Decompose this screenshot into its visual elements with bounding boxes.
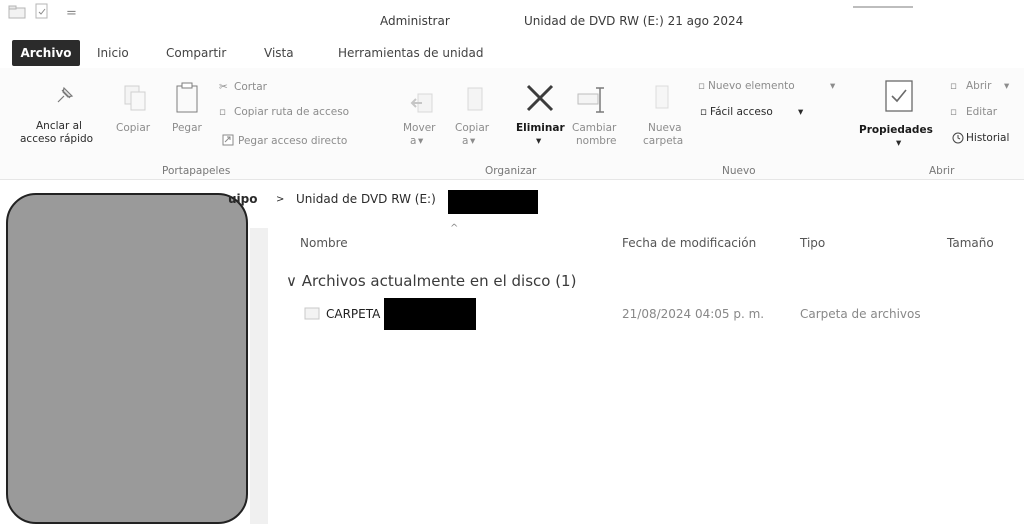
contextual-tab-title: Administrar [380, 14, 450, 28]
chevron-down-icon: ▾ [1004, 80, 1010, 92]
new-folder-label: Nueva [648, 122, 682, 134]
column-header-size[interactable]: Tamaño [947, 236, 994, 250]
new-folder-icon [655, 85, 669, 109]
ribbon-tabs: Inicio Compartir Vista Herramientas de u… [0, 40, 1024, 68]
title-bar: = Administrar Unidad de DVD RW (E:) 21 a… [0, 0, 1024, 40]
divider [853, 6, 913, 8]
group-label-nuevo: Nuevo [722, 165, 756, 177]
copy-path-label: Copiar ruta de acceso [234, 106, 350, 118]
paste-label: Pegar [172, 122, 202, 134]
edit-icon: ▫ [950, 106, 958, 118]
redaction-box [448, 190, 538, 214]
tab-inicio[interactable]: Inicio [97, 46, 129, 60]
delete-x-icon [526, 84, 554, 112]
group-label-organizar: Organizar [485, 165, 537, 177]
file-name[interactable]: CARPETA [326, 307, 380, 321]
properties-icon [885, 80, 913, 112]
easy-access-icon: ▫ [700, 106, 708, 118]
move-to-label-2: a [410, 135, 417, 147]
copy-label: Copiar [116, 122, 151, 134]
rename-label-2: nombre [576, 135, 617, 147]
navigation-pane[interactable] [6, 193, 248, 524]
chevron-down-icon[interactable]: ∨ [286, 272, 297, 290]
group-label-abrir: Abrir [929, 165, 955, 177]
shortcut-icon [222, 134, 234, 146]
chevron-down-icon: ▾ [896, 137, 902, 149]
redaction-box [384, 298, 476, 330]
cut-label: Cortar [234, 81, 267, 93]
file-type: Carpeta de archivos [800, 307, 921, 321]
rename-label: Cambiar [572, 122, 617, 134]
folder-icon[interactable] [8, 4, 26, 20]
copy-to-label: Copiar [455, 122, 490, 134]
properties-label: Propiedades [859, 124, 933, 136]
file-date: 21/08/2024 04:05 p. m. [622, 307, 765, 321]
delete-label: Eliminar [516, 122, 565, 134]
new-folder-label-2: carpeta [643, 135, 684, 147]
tab-compartir[interactable]: Compartir [166, 46, 226, 60]
chevron-down-icon: ▾ [536, 135, 542, 147]
chevron-down-icon: ▾ [470, 135, 476, 147]
group-title: Archivos actualmente en el disco (1) [301, 272, 577, 290]
column-header-name[interactable]: Nombre [300, 236, 348, 250]
paste-shortcut-label: Pegar acceso directo [238, 135, 348, 147]
easy-access-label: Fácil acceso [710, 106, 773, 118]
breadcrumb-partial[interactable]: uipo [228, 192, 258, 206]
new-item-label: Nuevo elemento [708, 80, 795, 92]
properties-quick-icon[interactable] [34, 3, 50, 19]
chevron-down-icon: ▾ [798, 106, 804, 118]
history-label: Historial [966, 132, 1010, 144]
chevron-down-icon: ▾ [418, 135, 424, 147]
tab-herramientas-de-unidad[interactable]: Herramientas de unidad [338, 46, 484, 60]
new-item-icon: ▫ [698, 80, 706, 92]
move-to-label: Mover [403, 122, 436, 134]
chevron-down-icon: ▾ [830, 80, 836, 92]
copy-to-icon [467, 87, 483, 111]
column-header-date[interactable]: Fecha de modificación [622, 236, 756, 250]
copy-icon [124, 85, 146, 111]
breadcrumb-separator: > [276, 194, 285, 205]
clipboard-icon [176, 82, 198, 113]
pin-label: Anclar al [36, 120, 82, 132]
pin-label-2: acceso rápido [20, 133, 94, 145]
open-label: Abrir [966, 80, 992, 92]
ribbon: Anclar al acceso rápido Copiar Pegar ✂ C… [0, 68, 1024, 180]
copy-to-label-2: a [462, 135, 469, 147]
nav-scrollbar[interactable] [250, 228, 268, 524]
quick-access-dropdown[interactable]: = [66, 6, 77, 21]
group-header[interactable]: ∨ Archivos actualmente en el disco (1) [286, 272, 576, 290]
breadcrumb-drive[interactable]: Unidad de DVD RW (E:) [296, 192, 436, 206]
scissors-icon: ✂ [219, 81, 228, 93]
sort-arrow-icon: ^ [450, 223, 459, 234]
folder-icon [304, 307, 320, 320]
group-label-portapapeles: Portapapeles [162, 165, 231, 177]
window-title: Unidad de DVD RW (E:) 21 ago 2024 [524, 14, 744, 28]
tab-vista[interactable]: Vista [264, 46, 294, 60]
history-icon [952, 132, 964, 144]
move-to-icon [410, 93, 433, 113]
copy-path-icon: ▫ [219, 106, 227, 118]
edit-label: Editar [966, 106, 998, 118]
pin-icon [57, 86, 74, 103]
column-header-type[interactable]: Tipo [800, 236, 825, 250]
rename-icon [577, 87, 604, 113]
open-icon: ▫ [950, 80, 958, 92]
